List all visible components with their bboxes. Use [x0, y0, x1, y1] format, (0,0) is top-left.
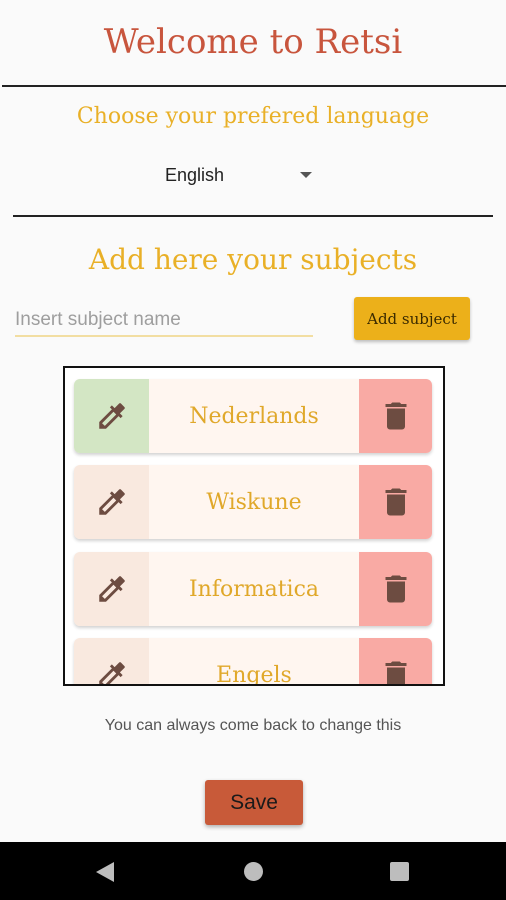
eyedropper-icon — [98, 576, 125, 602]
eyedropper-icon — [98, 403, 125, 429]
subject-card: Engels — [74, 638, 432, 686]
subject-name: Engels — [216, 662, 292, 686]
back-triangle-icon[interactable] — [96, 862, 114, 882]
trash-icon — [385, 575, 406, 603]
subject-name: Informatica — [188, 576, 320, 602]
subject-card: Wiskune — [74, 465, 432, 539]
subjects-heading: Add here your subjects — [88, 243, 418, 276]
language-dropdown[interactable]: English — [150, 160, 320, 190]
subject-card: Informatica — [74, 552, 432, 626]
subject-name-input[interactable] — [15, 304, 313, 337]
page-title: Welcome to Retsi — [103, 22, 403, 62]
delete-subject-button[interactable] — [359, 465, 432, 539]
color-picker-button[interactable] — [74, 552, 149, 626]
trash-icon — [385, 488, 406, 516]
subject-card: Nederlands — [74, 379, 432, 453]
change-later-hint: You can always come back to change this — [104, 717, 402, 734]
language-heading: Choose your prefered language — [76, 104, 430, 129]
delete-subject-button[interactable] — [359, 638, 432, 684]
language-selected-value: English — [165, 164, 225, 185]
trash-icon — [385, 661, 406, 684]
system-navigation-bar — [0, 842, 506, 900]
caret-down-icon — [300, 172, 312, 178]
section-divider — [13, 215, 493, 217]
subject-name: Nederlands — [189, 403, 319, 429]
save-button[interactable]: Save — [205, 780, 303, 825]
trash-icon — [385, 402, 406, 430]
color-picker-button[interactable] — [74, 465, 149, 539]
eyedropper-icon — [98, 662, 125, 684]
recents-square-icon[interactable] — [390, 862, 409, 881]
subject-list[interactable]: Nederlands Wiskune Informatica Engels — [63, 366, 445, 686]
color-picker-button[interactable] — [74, 379, 149, 453]
color-picker-button[interactable] — [74, 638, 149, 684]
home-circle-icon[interactable] — [244, 862, 263, 881]
add-subject-button[interactable]: Add subject — [354, 297, 470, 340]
eyedropper-icon — [98, 489, 125, 515]
delete-subject-button[interactable] — [359, 552, 432, 626]
delete-subject-button[interactable] — [359, 379, 432, 453]
header-divider — [2, 85, 506, 87]
subject-name: Wiskune — [206, 489, 302, 515]
